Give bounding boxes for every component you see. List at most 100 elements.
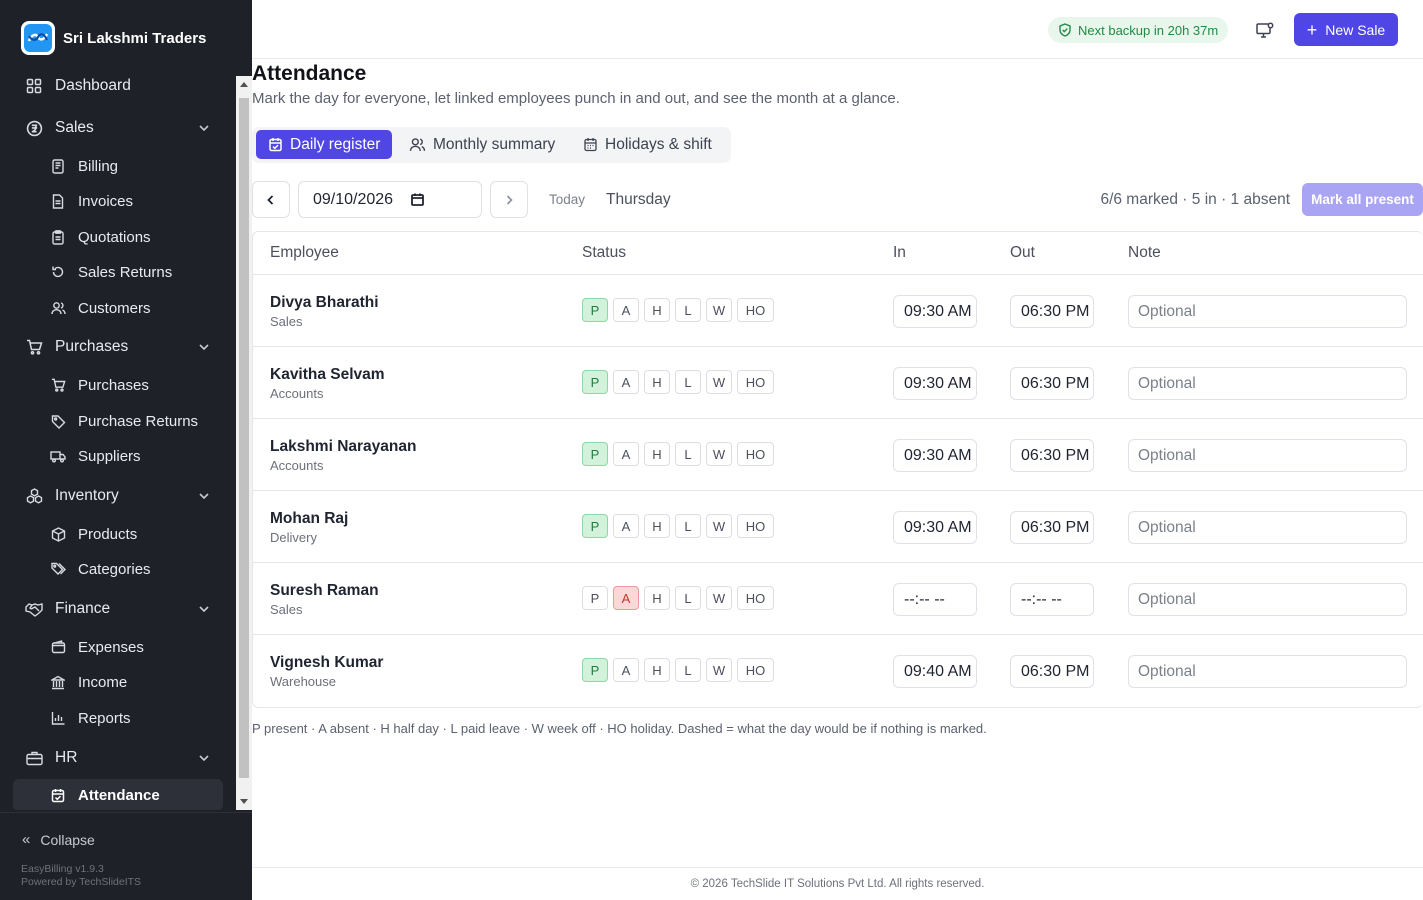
- powered-by-text: Powered by TechSlideITS: [21, 876, 142, 888]
- sidebar-item-products[interactable]: Products: [13, 518, 223, 550]
- scroll-down-icon[interactable]: [240, 799, 248, 804]
- scroll-up-icon[interactable]: [240, 82, 248, 87]
- prev-day-button[interactable]: [252, 181, 290, 218]
- punch-out-input[interactable]: 06:30 PM: [1010, 295, 1094, 328]
- scrollbar-thumb[interactable]: [239, 98, 249, 778]
- status-option-w[interactable]: W: [706, 298, 732, 322]
- status-option-l[interactable]: L: [675, 298, 701, 322]
- calendar-picker-icon[interactable]: [410, 192, 425, 212]
- status-option-w[interactable]: W: [706, 370, 732, 394]
- note-input[interactable]: Optional: [1128, 367, 1407, 400]
- status-option-ho[interactable]: HO: [737, 370, 774, 394]
- sidebar-item-purchases[interactable]: Purchases: [13, 369, 223, 401]
- tab-daily-register[interactable]: Daily register: [256, 130, 393, 159]
- collapse-button[interactable]: « Collapse: [22, 831, 95, 848]
- sidebar-item-customers[interactable]: Customers: [13, 292, 223, 324]
- status-option-h[interactable]: H: [644, 514, 670, 538]
- status-option-ho[interactable]: HO: [737, 442, 774, 466]
- status-option-p[interactable]: P: [582, 298, 608, 322]
- status-option-w[interactable]: W: [706, 514, 732, 538]
- sidebar-item-label: Invoices: [78, 192, 134, 210]
- sidebar-item-billing[interactable]: Billing: [13, 150, 223, 182]
- sidebar-item-reports[interactable]: Reports: [13, 702, 223, 734]
- status-option-h[interactable]: H: [644, 298, 670, 322]
- status-option-h[interactable]: H: [644, 370, 670, 394]
- sidebar-item-purchase-returns[interactable]: Purchase Returns: [13, 405, 223, 437]
- status-option-a[interactable]: A: [613, 586, 639, 610]
- punch-out-input[interactable]: --:-- --: [1010, 583, 1094, 616]
- punch-out-input[interactable]: 06:30 PM: [1010, 439, 1094, 472]
- status-option-a[interactable]: A: [613, 370, 639, 394]
- sidebar-item-categories[interactable]: Categories: [13, 553, 223, 585]
- status-option-a[interactable]: A: [613, 442, 639, 466]
- status-option-l[interactable]: L: [675, 442, 701, 466]
- date-input[interactable]: 09/10/2026: [298, 181, 482, 218]
- sidebar-item-inventory[interactable]: Inventory: [13, 480, 223, 512]
- tab-monthly-summary[interactable]: Monthly summary: [397, 130, 567, 159]
- sidebar-scrollbar[interactable]: [236, 76, 252, 810]
- punch-in-input[interactable]: 09:40 AM: [893, 655, 977, 688]
- status-option-w[interactable]: W: [706, 442, 732, 466]
- status-option-p[interactable]: P: [582, 514, 608, 538]
- punch-in-input[interactable]: 09:30 AM: [893, 511, 977, 544]
- note-input[interactable]: Optional: [1128, 439, 1407, 472]
- status-option-p[interactable]: P: [582, 586, 608, 610]
- brand[interactable]: Sri Lakshmi Traders: [21, 21, 206, 55]
- status-option-a[interactable]: A: [613, 658, 639, 682]
- punch-out-input[interactable]: 06:30 PM: [1010, 655, 1094, 688]
- chevron-down-icon: [199, 493, 209, 500]
- sidebar-item-hr[interactable]: HR: [13, 742, 223, 774]
- status-option-l[interactable]: L: [675, 370, 701, 394]
- punch-in-input[interactable]: --:-- --: [893, 583, 977, 616]
- employee-name: Vignesh Kumar: [270, 654, 384, 671]
- note-input[interactable]: Optional: [1128, 583, 1407, 616]
- status-option-ho[interactable]: HO: [737, 586, 774, 610]
- display-settings-button[interactable]: [1253, 18, 1277, 42]
- sidebar-item-finance[interactable]: Finance: [13, 593, 223, 625]
- punch-out-input[interactable]: 06:30 PM: [1010, 511, 1094, 544]
- new-sale-button[interactable]: + New Sale: [1294, 13, 1398, 46]
- sidebar-item-suppliers[interactable]: Suppliers: [13, 440, 223, 472]
- status-option-p[interactable]: P: [582, 370, 608, 394]
- status-option-l[interactable]: L: [675, 514, 701, 538]
- status-option-l[interactable]: L: [675, 658, 701, 682]
- customers-icon: [50, 300, 66, 316]
- punch-in-input[interactable]: 09:30 AM: [893, 367, 977, 400]
- sidebar-item-expenses[interactable]: Expenses: [13, 631, 223, 663]
- status-option-ho[interactable]: HO: [737, 298, 774, 322]
- sidebar-item-income[interactable]: Income: [13, 666, 223, 698]
- table-header: Employee Status In Out Note: [253, 232, 1423, 275]
- status-option-ho[interactable]: HO: [737, 514, 774, 538]
- next-day-button[interactable]: [490, 181, 528, 218]
- status-option-a[interactable]: A: [613, 298, 639, 322]
- status-option-p[interactable]: P: [582, 658, 608, 682]
- status-option-p[interactable]: P: [582, 442, 608, 466]
- status-option-h[interactable]: H: [644, 586, 670, 610]
- status-option-a[interactable]: A: [613, 514, 639, 538]
- status-option-w[interactable]: W: [706, 586, 732, 610]
- punch-in-input[interactable]: 09:30 AM: [893, 439, 977, 472]
- status-option-ho[interactable]: HO: [737, 658, 774, 682]
- sidebar-item-label: Inventory: [55, 487, 119, 504]
- status-option-h[interactable]: H: [644, 658, 670, 682]
- punch-in-input[interactable]: 09:30 AM: [893, 295, 977, 328]
- note-input[interactable]: Optional: [1128, 511, 1407, 544]
- status-option-h[interactable]: H: [644, 442, 670, 466]
- status-option-l[interactable]: L: [675, 586, 701, 610]
- sidebar-item-purchases-group[interactable]: Purchases: [13, 331, 223, 363]
- sidebar-item-quotations[interactable]: Quotations: [13, 221, 223, 253]
- header-note: Note: [1128, 244, 1161, 261]
- mark-all-present-button[interactable]: Mark all present: [1302, 183, 1423, 216]
- sidebar-item-sales-returns[interactable]: Sales Returns: [13, 256, 223, 288]
- sidebar-item-invoices[interactable]: Invoices: [13, 185, 223, 217]
- note-input[interactable]: Optional: [1128, 655, 1407, 688]
- note-input[interactable]: Optional: [1128, 295, 1407, 328]
- sidebar-item-attendance[interactable]: Attendance: [13, 779, 223, 810]
- today-button[interactable]: Today: [549, 192, 585, 207]
- tab-label: Daily register: [290, 135, 381, 153]
- tab-holidays-shift[interactable]: Holidays & shift: [571, 130, 724, 159]
- punch-out-input[interactable]: 06:30 PM: [1010, 367, 1094, 400]
- sidebar-item-sales[interactable]: Sales: [13, 112, 223, 144]
- status-option-w[interactable]: W: [706, 658, 732, 682]
- sidebar-item-dashboard[interactable]: Dashboard: [13, 70, 223, 102]
